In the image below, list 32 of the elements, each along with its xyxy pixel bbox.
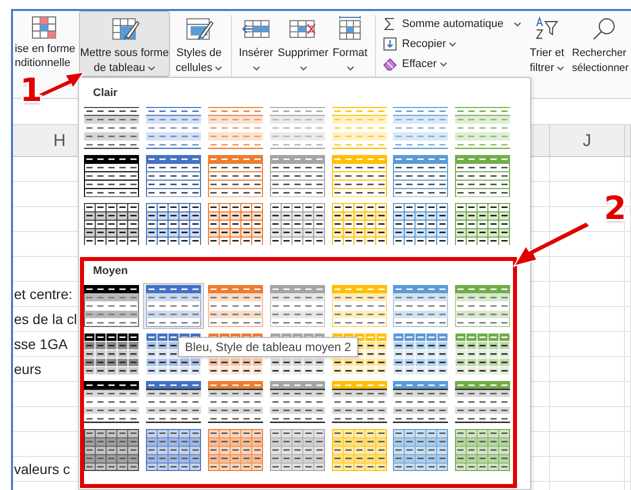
section-heading: Moyen [92, 264, 129, 279]
ribbon-button[interactable]: Supprimer [277, 11, 329, 77]
ribbon-button[interactable]: ise en forme nditionnelle [13, 11, 77, 71]
ribbon-button[interactable]: Format [330, 11, 370, 77]
ribbon-button[interactable]: Effacer [380, 55, 450, 73]
eraser-icon [383, 57, 397, 71]
sum-icon [383, 17, 397, 31]
section-heading: Clair [92, 86, 118, 101]
ribbon-button[interactable]: Insérer [236, 11, 276, 77]
table-style-option[interactable] [81, 283, 142, 329]
ribbon-button[interactable]: Mettre sous forme de tableau [79, 11, 170, 77]
ribbon-button[interactable]: Styles de cellules [171, 11, 227, 77]
callout-number: 1 [20, 74, 42, 106]
tooltip: Bleu, Style de tableau moyen 2 [178, 337, 358, 357]
cell-text: eurs [14, 361, 42, 377]
table-style-option[interactable] [81, 427, 142, 473]
ribbon-button[interactable]: Trier et filtrer [525, 11, 569, 77]
column-header[interactable]: H [53, 130, 66, 150]
table-style-option[interactable] [81, 201, 142, 247]
table-style-option[interactable] [81, 379, 142, 425]
cell-text: valeurs c [14, 461, 70, 477]
ribbon-button[interactable]: Rechercher sélectionner [571, 11, 629, 77]
callout-number: 2 [604, 192, 626, 224]
table-style-option[interactable] [81, 105, 142, 151]
fill-down-icon [383, 37, 397, 51]
cell-text: es de la cl [14, 311, 78, 327]
column-header[interactable]: J [582, 130, 592, 150]
ribbon-button[interactable]: Recopier [380, 35, 460, 53]
cell-text: et centre: [14, 286, 72, 302]
cell-text: sse 1GA [14, 336, 68, 352]
table-style-option[interactable] [81, 153, 142, 199]
ribbon-button[interactable]: Somme automatique [380, 15, 524, 33]
